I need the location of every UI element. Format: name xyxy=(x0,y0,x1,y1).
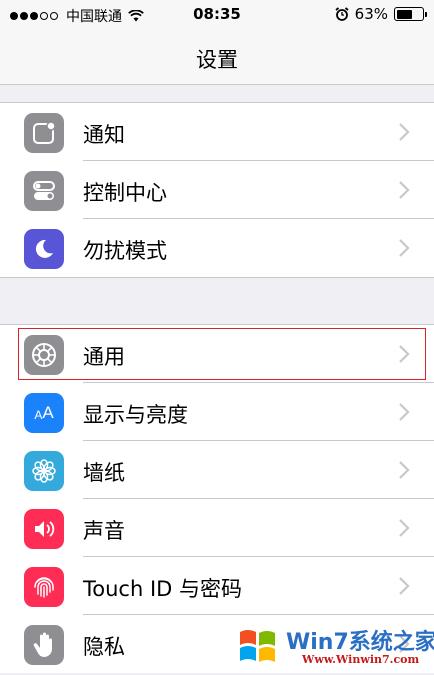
settings-row-sounds[interactable]: 声音 xyxy=(0,499,434,557)
chevron-right-icon xyxy=(399,403,410,421)
chevron-right-icon xyxy=(399,461,410,479)
settings-row-label: 显示与亮度 xyxy=(83,403,188,427)
text-size-icon: AA xyxy=(24,393,64,433)
settings-row-label: 声音 xyxy=(83,519,125,543)
settings-row-label: Touch ID 与密码 xyxy=(83,577,242,601)
settings-row-label: 隐私 xyxy=(83,635,125,659)
settings-row-control-center[interactable]: 控制中心 xyxy=(0,161,434,219)
settings-row-label: 墙纸 xyxy=(83,461,125,485)
battery-percent: 63% xyxy=(354,5,388,23)
battery-level xyxy=(396,9,413,19)
chevron-right-icon xyxy=(399,577,410,595)
settings-row-display-brightness[interactable]: AA 显示与亮度 xyxy=(0,383,434,441)
status-bar: 中国联通 08:35 63% xyxy=(0,0,434,30)
notifications-icon xyxy=(24,113,64,153)
page-title: 设置 xyxy=(196,48,238,72)
chevron-right-icon xyxy=(399,239,410,257)
settings-row-label: 通知 xyxy=(83,123,125,147)
chevron-right-icon xyxy=(399,123,410,141)
chevron-right-icon xyxy=(399,181,410,199)
settings-row-label: 勿扰模式 xyxy=(83,239,167,263)
settings-group-1: 通知 控制中心 勿扰模式 xyxy=(0,102,434,278)
windows-logo-icon xyxy=(240,630,275,662)
settings-row-wallpaper[interactable]: 墙纸 xyxy=(0,441,434,499)
settings-row-do-not-disturb[interactable]: 勿扰模式 xyxy=(0,219,434,277)
chevron-right-icon xyxy=(399,519,410,537)
watermark-url: Www.Winwin7.com xyxy=(302,653,420,666)
settings-row-label: 控制中心 xyxy=(83,181,167,205)
highlight-box xyxy=(18,328,426,380)
control-center-icon xyxy=(24,171,64,211)
hand-icon xyxy=(24,625,64,665)
watermark-brand: Win7系统之家 xyxy=(286,630,434,655)
status-right: 63% xyxy=(335,5,427,23)
wallpaper-icon xyxy=(24,451,64,491)
moon-icon xyxy=(24,229,64,269)
nav-bar: 设置 xyxy=(0,30,434,85)
settings-row-notifications[interactable]: 通知 xyxy=(0,103,434,161)
alarm-icon xyxy=(335,7,349,21)
fingerprint-icon xyxy=(24,567,64,607)
watermark: Win7系统之家 Www.Winwin7.com xyxy=(234,620,434,675)
battery-icon xyxy=(394,7,427,21)
speaker-icon xyxy=(24,509,64,549)
settings-row-touch-id[interactable]: Touch ID 与密码 xyxy=(0,557,434,615)
